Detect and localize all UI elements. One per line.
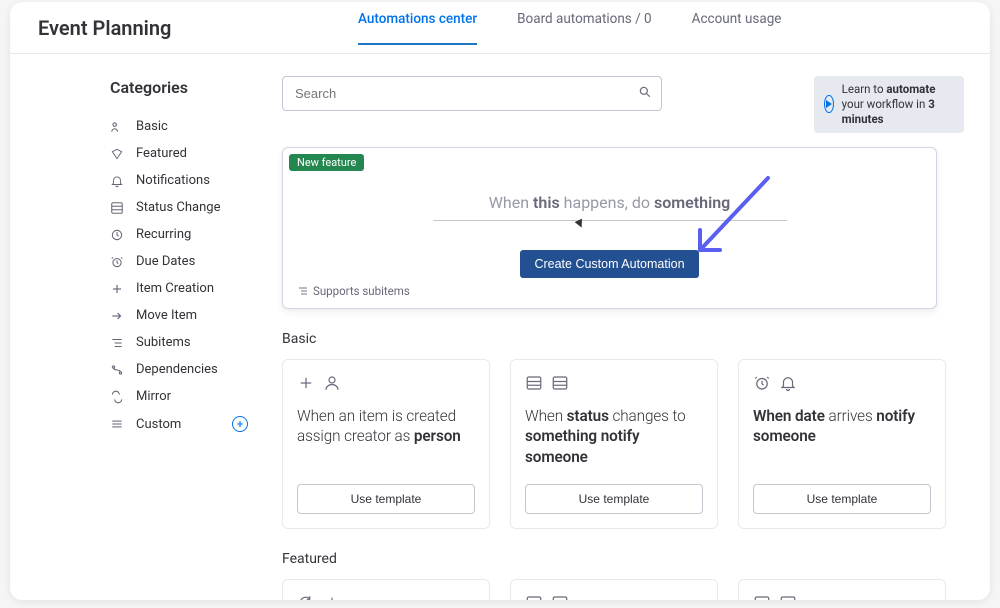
list-icon xyxy=(779,594,797,600)
template-card: When status changes to something notify … xyxy=(510,359,718,529)
play-icon xyxy=(824,95,834,113)
alarm-icon xyxy=(753,374,771,392)
sidebar-item-dependencies[interactable]: Dependencies xyxy=(110,356,260,383)
sidebar-label: Status Change xyxy=(136,200,220,215)
recurring-icon xyxy=(110,228,124,242)
basic-icon xyxy=(110,120,124,134)
card-text: When status changes to something notify … xyxy=(525,406,703,468)
sidebar-item-featured[interactable]: Featured xyxy=(110,140,260,167)
template-card xyxy=(510,579,718,600)
mirror-icon xyxy=(110,390,124,404)
tab-automations-center[interactable]: Automations center xyxy=(358,11,477,45)
bell-icon xyxy=(779,374,797,392)
sidebar-label: Custom xyxy=(136,417,181,432)
sidebar-item-subitems[interactable]: Subitems xyxy=(110,329,260,356)
template-card xyxy=(282,579,490,600)
sidebar-item-move-item[interactable]: Move Item xyxy=(110,302,260,329)
tab-board-automations[interactable]: Board automations / 0 xyxy=(517,11,652,45)
sidebar-label: Featured xyxy=(136,146,187,161)
search-icon xyxy=(638,85,652,99)
search-input[interactable] xyxy=(282,76,662,111)
plus-icon xyxy=(297,374,315,392)
sidebar-label: Due Dates xyxy=(136,254,195,269)
card-text: When date arrives notify someone xyxy=(753,406,931,447)
bell-icon xyxy=(110,174,124,188)
dependencies-icon xyxy=(110,363,124,377)
sidebar-heading: Categories xyxy=(110,78,260,97)
sidebar-label: Dependencies xyxy=(136,362,218,377)
custom-icon xyxy=(110,417,124,431)
list-icon xyxy=(753,594,771,600)
learn-banner[interactable]: Learn to automate your workflow in 3 min… xyxy=(814,76,964,133)
list-icon xyxy=(110,201,124,215)
use-template-button[interactable]: Use template xyxy=(525,484,703,514)
subitems-icon xyxy=(110,336,124,350)
use-template-button[interactable]: Use template xyxy=(753,484,931,514)
recurring-icon xyxy=(297,594,315,600)
sidebar-label: Notifications xyxy=(136,173,210,188)
sidebar-item-recurring[interactable]: Recurring xyxy=(110,221,260,248)
sidebar-item-notifications[interactable]: Notifications xyxy=(110,167,260,194)
plus-icon xyxy=(323,594,341,600)
person-icon xyxy=(323,374,341,392)
sidebar-item-basic[interactable]: Basic xyxy=(110,113,260,140)
sidebar-label: Basic xyxy=(136,119,168,134)
add-custom-icon[interactable]: + xyxy=(232,416,248,432)
sidebar-item-item-creation[interactable]: Item Creation xyxy=(110,275,260,302)
sidebar-item-status-change[interactable]: Status Change xyxy=(110,194,260,221)
arrow-right-icon xyxy=(110,309,124,323)
sidebar-label: Mirror xyxy=(136,389,171,404)
sidebar-label: Item Creation xyxy=(136,281,214,296)
sidebar-item-custom[interactable]: Custom + xyxy=(110,410,260,438)
use-template-button[interactable]: Use template xyxy=(297,484,475,514)
tab-account-usage[interactable]: Account usage xyxy=(692,11,782,45)
template-card: When an item is created assign creator a… xyxy=(282,359,490,529)
template-card xyxy=(738,579,946,600)
hero-text: When this happens, do something xyxy=(283,171,936,220)
alarm-icon xyxy=(110,255,124,269)
new-feature-badge: New feature xyxy=(289,154,364,171)
supports-subitems-label: Supports subitems xyxy=(283,284,936,298)
section-title-basic: Basic xyxy=(282,331,964,347)
list-icon xyxy=(525,374,543,392)
list-icon xyxy=(551,594,569,600)
sidebar-item-mirror[interactable]: Mirror xyxy=(110,383,260,410)
plus-icon xyxy=(110,282,124,296)
sidebar-label: Recurring xyxy=(136,227,191,242)
template-card: When date arrives notify someone Use tem… xyxy=(738,359,946,529)
list-icon xyxy=(551,374,569,392)
diamond-icon xyxy=(110,147,124,161)
sidebar-item-due-dates[interactable]: Due Dates xyxy=(110,248,260,275)
section-title-featured: Featured xyxy=(282,551,964,567)
list-icon xyxy=(525,594,543,600)
hero-card: New feature When this happens, do someth… xyxy=(282,147,937,309)
sidebar-label: Move Item xyxy=(136,308,197,323)
sidebar-label: Subitems xyxy=(136,335,191,350)
create-custom-automation-button[interactable]: Create Custom Automation xyxy=(520,250,698,278)
learn-text: Learn to automate your workflow in 3 min… xyxy=(842,82,954,127)
card-text: When an item is created assign creator a… xyxy=(297,406,475,447)
page-title: Event Planning xyxy=(38,16,358,40)
